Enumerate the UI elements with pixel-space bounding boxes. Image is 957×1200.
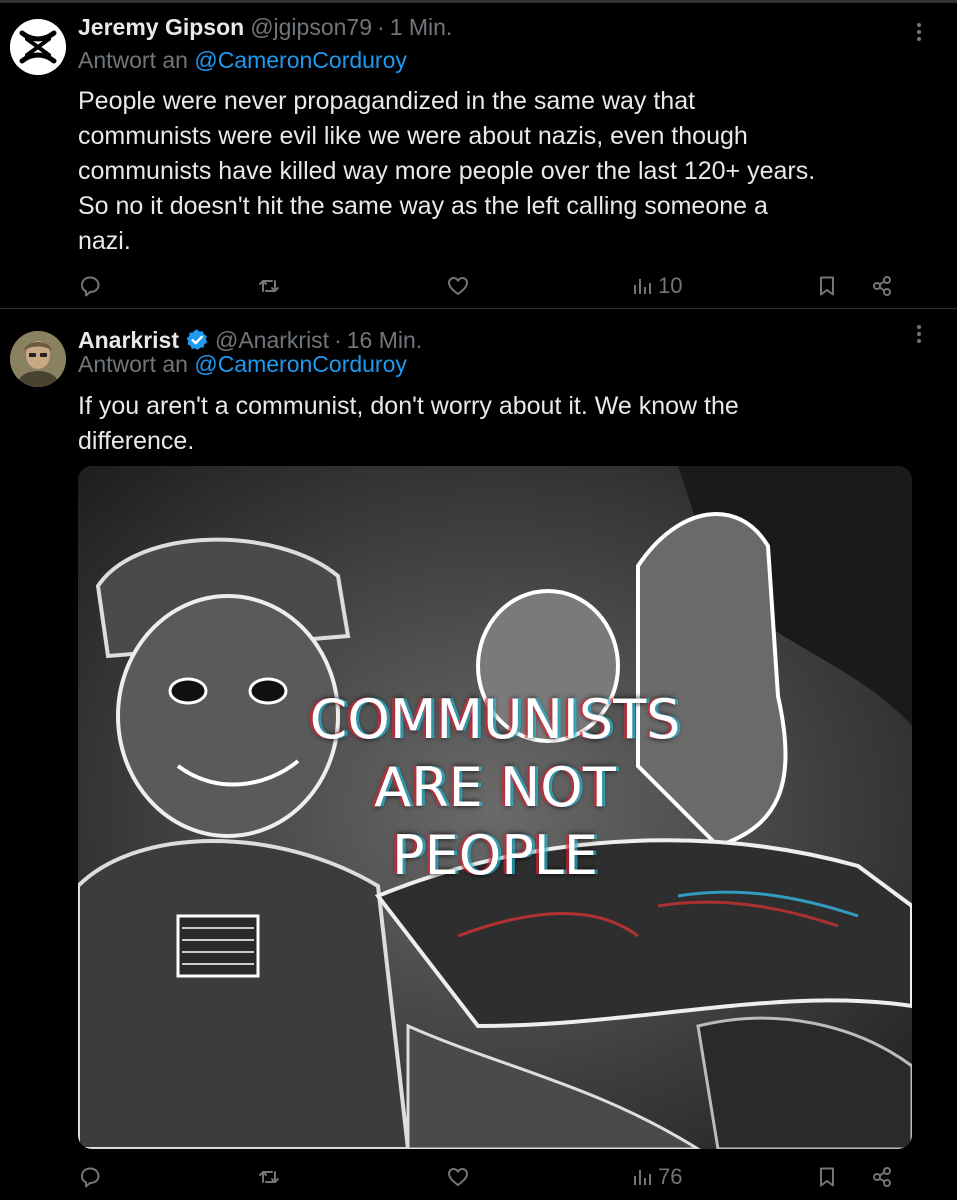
bookmark-icon (820, 1167, 834, 1187)
tweet-media-image[interactable]: COMMUNISTS ARE NOT PEOPLE (78, 466, 912, 1149)
tweet-text-line: nazi. (78, 227, 131, 255)
share-button[interactable] (870, 1157, 894, 1197)
tweet-text-line: If you aren't a communist, don't worry a… (78, 392, 739, 420)
avatar[interactable] (10, 19, 66, 75)
verified-badge-icon[interactable] (185, 328, 209, 352)
heart-icon (448, 277, 468, 295)
more-dots-icon[interactable] (909, 20, 929, 44)
reply-icon (81, 1167, 100, 1188)
reply-prefix: Antwort an (78, 47, 188, 73)
x-logo-avatar-icon (10, 19, 66, 75)
reply-prefix: Antwort an (78, 351, 188, 377)
views-count: 76 (658, 1164, 683, 1189)
bookmark-icon (820, 276, 834, 296)
tweet-text-line: communists were evil like we were about … (78, 122, 748, 150)
tweet-jeremy-gipson[interactable]: Jeremy Gipson @jgipson79 · 1 Min. Antwor… (0, 0, 957, 308)
display-name[interactable]: Jeremy Gipson (78, 14, 244, 41)
heart-icon (448, 1168, 468, 1186)
user-handle[interactable]: @jgipson79 (250, 14, 372, 41)
action-bar: 76 (0, 1157, 957, 1197)
user-handle[interactable]: @Anarkrist (215, 327, 329, 354)
views-count: 10 (658, 273, 683, 298)
reply-context: Antwort an @CameronCorduroy (78, 351, 407, 378)
tweet-text-line: So no it doesn't hit the same way as the… (78, 192, 768, 220)
repost-button[interactable] (257, 1157, 281, 1197)
separator-dot: · (377, 13, 385, 40)
tweet-text-line: communists have killed way more people o… (78, 157, 816, 185)
reply-icon (81, 276, 100, 297)
reply-button[interactable] (78, 266, 102, 306)
meme-caption-line: ARE NOT (374, 756, 616, 819)
views-chart-icon (634, 1170, 651, 1185)
timestamp[interactable]: 16 Min. (347, 327, 422, 354)
more-dots-icon[interactable] (909, 322, 929, 346)
tweet-text: If you aren't a communist, don't worry a… (78, 389, 918, 459)
tweet-text: People were never propagandized in the s… (78, 84, 918, 259)
views-chart-icon (634, 279, 651, 294)
reply-mention-link[interactable]: @CameronCorduroy (194, 47, 407, 73)
profile-photo-avatar-icon (10, 331, 66, 387)
reply-context: Antwort an @CameronCorduroy (78, 47, 407, 74)
share-icon (873, 276, 891, 296)
repost-icon (259, 280, 279, 292)
views-button[interactable]: 76 (632, 1157, 682, 1197)
repost-button[interactable] (257, 266, 281, 306)
bookmark-button[interactable] (815, 1157, 839, 1197)
tweet-header: Jeremy Gipson @jgipson79 · 1 Min. (78, 11, 452, 43)
reply-button[interactable] (78, 1157, 102, 1197)
reply-mention-link[interactable]: @CameronCorduroy (194, 351, 407, 377)
like-button[interactable] (446, 1157, 470, 1197)
repost-icon (259, 1171, 279, 1183)
tweet-text-line: People were never propagandized in the s… (78, 87, 696, 115)
avatar[interactable] (10, 331, 66, 387)
tweet-text-line: difference. (78, 427, 195, 455)
action-bar: 10 (0, 266, 957, 306)
views-button[interactable]: 10 (632, 266, 682, 306)
timestamp[interactable]: 1 Min. (390, 14, 453, 41)
separator-dot: · (334, 326, 342, 353)
share-button[interactable] (870, 266, 894, 306)
bookmark-button[interactable] (815, 266, 839, 306)
share-icon (873, 1167, 891, 1187)
meme-caption-line: PEOPLE (392, 824, 598, 887)
tweet-anarkrist[interactable]: Anarkrist @Anarkrist · 16 Min. Antwort a… (0, 309, 957, 1200)
meme-caption: COMMUNISTS ARE NOT PEOPLE (78, 686, 912, 890)
like-button[interactable] (446, 266, 470, 306)
meme-caption-line: COMMUNISTS (309, 688, 681, 751)
display-name[interactable]: Anarkrist (78, 327, 179, 354)
